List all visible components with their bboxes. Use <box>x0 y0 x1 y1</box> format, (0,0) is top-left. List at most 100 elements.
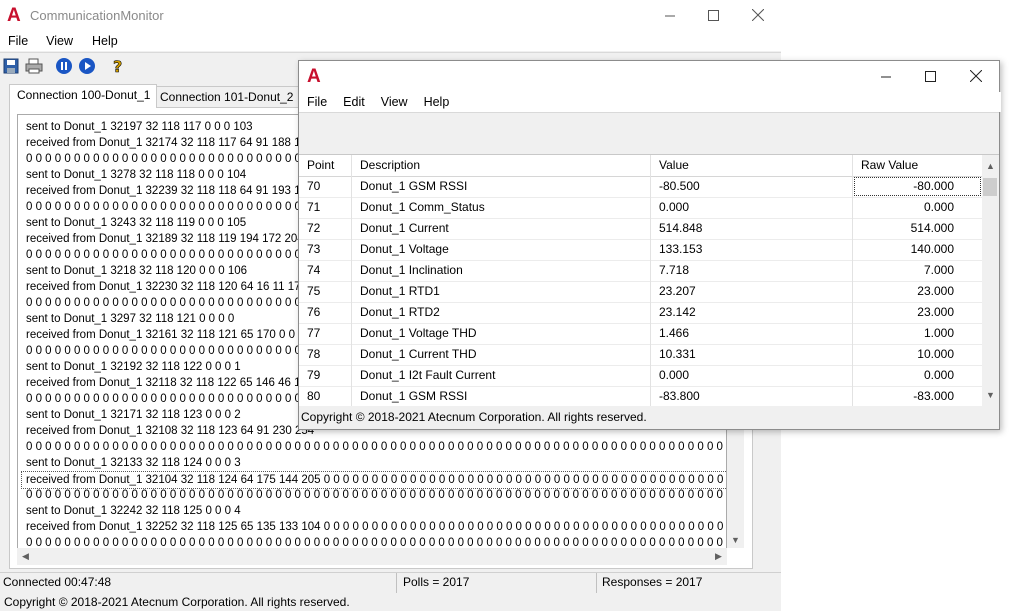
log-line[interactable]: received from Donut_1 32252 32 118 125 6… <box>26 519 726 535</box>
log-line[interactable]: sent to Donut_1 3218 32 118 120 0 0 0 10… <box>26 263 247 279</box>
log-horizontal-scrollbar[interactable]: ◀ ▶ <box>17 548 727 565</box>
cell-raw-value[interactable]: -83.000 <box>853 386 982 406</box>
log-line[interactable]: sent to Donut_1 32171 32 118 123 0 0 0 2 <box>26 407 241 423</box>
log-line[interactable]: 0 0 0 0 0 0 0 0 0 0 0 0 0 0 0 0 0 0 0 0 … <box>26 487 726 503</box>
save-button[interactable] <box>1 56 21 76</box>
menu-help[interactable]: Help <box>414 95 456 109</box>
tab-connection-100[interactable]: Connection 100-Donut_1 <box>9 84 157 108</box>
minimize-icon <box>664 15 675 16</box>
log-line[interactable]: 0 0 0 0 0 0 0 0 0 0 0 0 0 0 0 0 0 0 0 0 … <box>26 151 320 167</box>
close-button[interactable] <box>953 61 999 91</box>
status-divider <box>596 573 597 593</box>
polls-count: Polls = 2017 <box>403 575 470 589</box>
table-row[interactable]: 78 Donut_1 Current THD 10.331 10.000 <box>299 344 982 366</box>
log-line[interactable]: sent to Donut_1 32242 32 118 125 0 0 0 4 <box>26 503 241 519</box>
points-menubar: File Edit View Help <box>299 92 1001 112</box>
cell-point: 77 <box>299 323 352 344</box>
table-row[interactable]: 74 Donut_1 Inclination 7.718 7.000 <box>299 260 982 282</box>
cell-value: 1.466 <box>651 323 853 344</box>
cell-description: Donut_1 Comm_Status <box>352 197 651 218</box>
log-line[interactable]: received from Donut_1 32161 32 118 121 6… <box>26 327 314 343</box>
print-button[interactable] <box>24 56 44 76</box>
close-button[interactable] <box>735 0 781 30</box>
play-button[interactable] <box>77 56 97 76</box>
table-row[interactable]: 77 Donut_1 Voltage THD 1.466 1.000 <box>299 323 982 345</box>
log-line[interactable]: received from Donut_1 32239 32 118 118 6… <box>26 183 323 199</box>
scroll-thumb[interactable] <box>983 178 997 196</box>
cell-description: Donut_1 Current <box>352 218 651 239</box>
cell-value: 0.000 <box>651 197 853 218</box>
maximize-button[interactable] <box>907 61 953 91</box>
scroll-left-icon[interactable]: ◀ <box>17 548 34 565</box>
log-line[interactable]: sent to Donut_1 3297 32 118 121 0 0 0 0 <box>26 311 234 327</box>
cell-raw-value[interactable]: 10.000 <box>853 344 982 365</box>
cell-raw-value[interactable]: 1.000 <box>853 323 982 344</box>
cell-raw-value[interactable]: 23.000 <box>853 302 982 323</box>
menu-edit[interactable]: Edit <box>333 95 371 109</box>
cell-raw-value[interactable]: 0.000 <box>853 197 982 218</box>
menu-file[interactable]: File <box>301 95 333 109</box>
log-line[interactable]: 0 0 0 0 0 0 0 0 0 0 0 0 0 0 0 0 0 0 0 0 … <box>26 439 726 455</box>
log-line[interactable]: 0 0 0 0 0 0 0 0 0 0 0 0 0 0 0 0 0 0 0 0 … <box>26 391 320 407</box>
log-line[interactable]: 0 0 0 0 0 0 0 0 0 0 0 0 0 0 0 0 0 0 0 0 … <box>26 535 726 548</box>
cell-value: -80.500 <box>651 176 853 197</box>
cell-raw-value[interactable]: 140.000 <box>853 239 982 260</box>
window-title: CommunicationMonitor <box>30 8 164 23</box>
cell-raw-value[interactable]: 0.000 <box>853 365 982 386</box>
log-line[interactable]: sent to Donut_1 32192 32 118 122 0 0 0 1 <box>26 359 241 375</box>
cell-raw-value[interactable]: -80.000 <box>853 176 982 197</box>
table-row[interactable]: 79 Donut_1 I2t Fault Current 0.000 0.000 <box>299 365 982 387</box>
table-row[interactable]: 80 Donut_1 GSM RSSI -83.800 -83.000 <box>299 386 982 406</box>
log-line[interactable]: received from Donut_1 32189 32 118 119 1… <box>26 231 320 247</box>
main-titlebar: A CommunicationMonitor <box>0 0 781 31</box>
pause-button[interactable] <box>54 56 74 76</box>
minimize-button[interactable] <box>863 61 909 91</box>
status-divider <box>396 573 397 593</box>
help-button[interactable]: ? <box>108 56 128 76</box>
log-line[interactable]: received from Donut_1 32108 32 118 123 6… <box>26 423 314 439</box>
menu-help[interactable]: Help <box>79 34 124 48</box>
tab-connection-101[interactable]: Connection 101-Donut_2 <box>152 86 300 108</box>
cell-description: Donut_1 GSM RSSI <box>352 386 651 406</box>
table-row[interactable]: 72 Donut_1 Current 514.848 514.000 <box>299 218 982 240</box>
log-line[interactable]: 0 0 0 0 0 0 0 0 0 0 0 0 0 0 0 0 0 0 0 0 … <box>26 295 320 311</box>
points-toolbar <box>299 112 999 155</box>
menu-view[interactable]: View <box>371 95 414 109</box>
column-header-description[interactable]: Description <box>352 155 651 176</box>
cell-description: Donut_1 RTD1 <box>352 281 651 302</box>
log-line[interactable]: received from Donut_1 32118 32 118 122 6… <box>26 375 312 391</box>
table-row[interactable]: 71 Donut_1 Comm_Status 0.000 0.000 <box>299 197 982 219</box>
scroll-down-icon[interactable]: ▼ <box>727 531 744 548</box>
log-line[interactable]: received from Donut_1 32230 32 118 120 6… <box>26 279 317 295</box>
minimize-button[interactable] <box>647 0 693 30</box>
log-line[interactable]: 0 0 0 0 0 0 0 0 0 0 0 0 0 0 0 0 0 0 0 0 … <box>26 247 320 263</box>
cell-raw-value[interactable]: 7.000 <box>853 260 982 281</box>
cell-point: 80 <box>299 386 352 406</box>
table-row[interactable]: 70 Donut_1 GSM RSSI -80.500 -80.000 <box>299 176 982 198</box>
table-row[interactable]: 76 Donut_1 RTD2 23.142 23.000 <box>299 302 982 324</box>
points-window: A File Edit View Help Point Description … <box>298 60 1001 430</box>
maximize-button[interactable] <box>690 0 736 30</box>
log-line[interactable]: 0 0 0 0 0 0 0 0 0 0 0 0 0 0 0 0 0 0 0 0 … <box>26 343 320 359</box>
log-line[interactable]: sent to Donut_1 32133 32 118 124 0 0 0 3 <box>26 455 241 471</box>
column-header-raw-value[interactable]: Raw Value <box>853 155 982 176</box>
log-line[interactable]: sent to Donut_1 3278 32 118 118 0 0 0 10… <box>26 167 246 183</box>
column-header-point[interactable]: Point <box>299 155 352 176</box>
menu-view[interactable]: View <box>34 34 79 48</box>
table-row[interactable]: 73 Donut_1 Voltage 133.153 140.000 <box>299 239 982 261</box>
cell-point: 73 <box>299 239 352 260</box>
column-header-value[interactable]: Value <box>651 155 853 176</box>
scroll-down-icon[interactable]: ▼ <box>982 386 999 403</box>
scroll-up-icon[interactable]: ▲ <box>982 157 999 174</box>
log-line[interactable]: received from Donut_1 32174 32 118 117 6… <box>26 135 323 151</box>
log-line[interactable]: sent to Donut_1 3243 32 118 119 0 0 0 10… <box>26 215 246 231</box>
cell-point: 76 <box>299 302 352 323</box>
table-row[interactable]: 75 Donut_1 RTD1 23.207 23.000 <box>299 281 982 303</box>
log-line[interactable]: sent to Donut_1 32197 32 118 117 0 0 0 1… <box>26 119 253 135</box>
log-line[interactable]: 0 0 0 0 0 0 0 0 0 0 0 0 0 0 0 0 0 0 0 0 … <box>26 199 320 215</box>
grid-vertical-scrollbar[interactable]: ▲ ▼ <box>982 155 999 406</box>
menu-file[interactable]: File <box>0 34 34 48</box>
scroll-right-icon[interactable]: ▶ <box>710 548 727 565</box>
cell-raw-value[interactable]: 23.000 <box>853 281 982 302</box>
cell-raw-value[interactable]: 514.000 <box>853 218 982 239</box>
